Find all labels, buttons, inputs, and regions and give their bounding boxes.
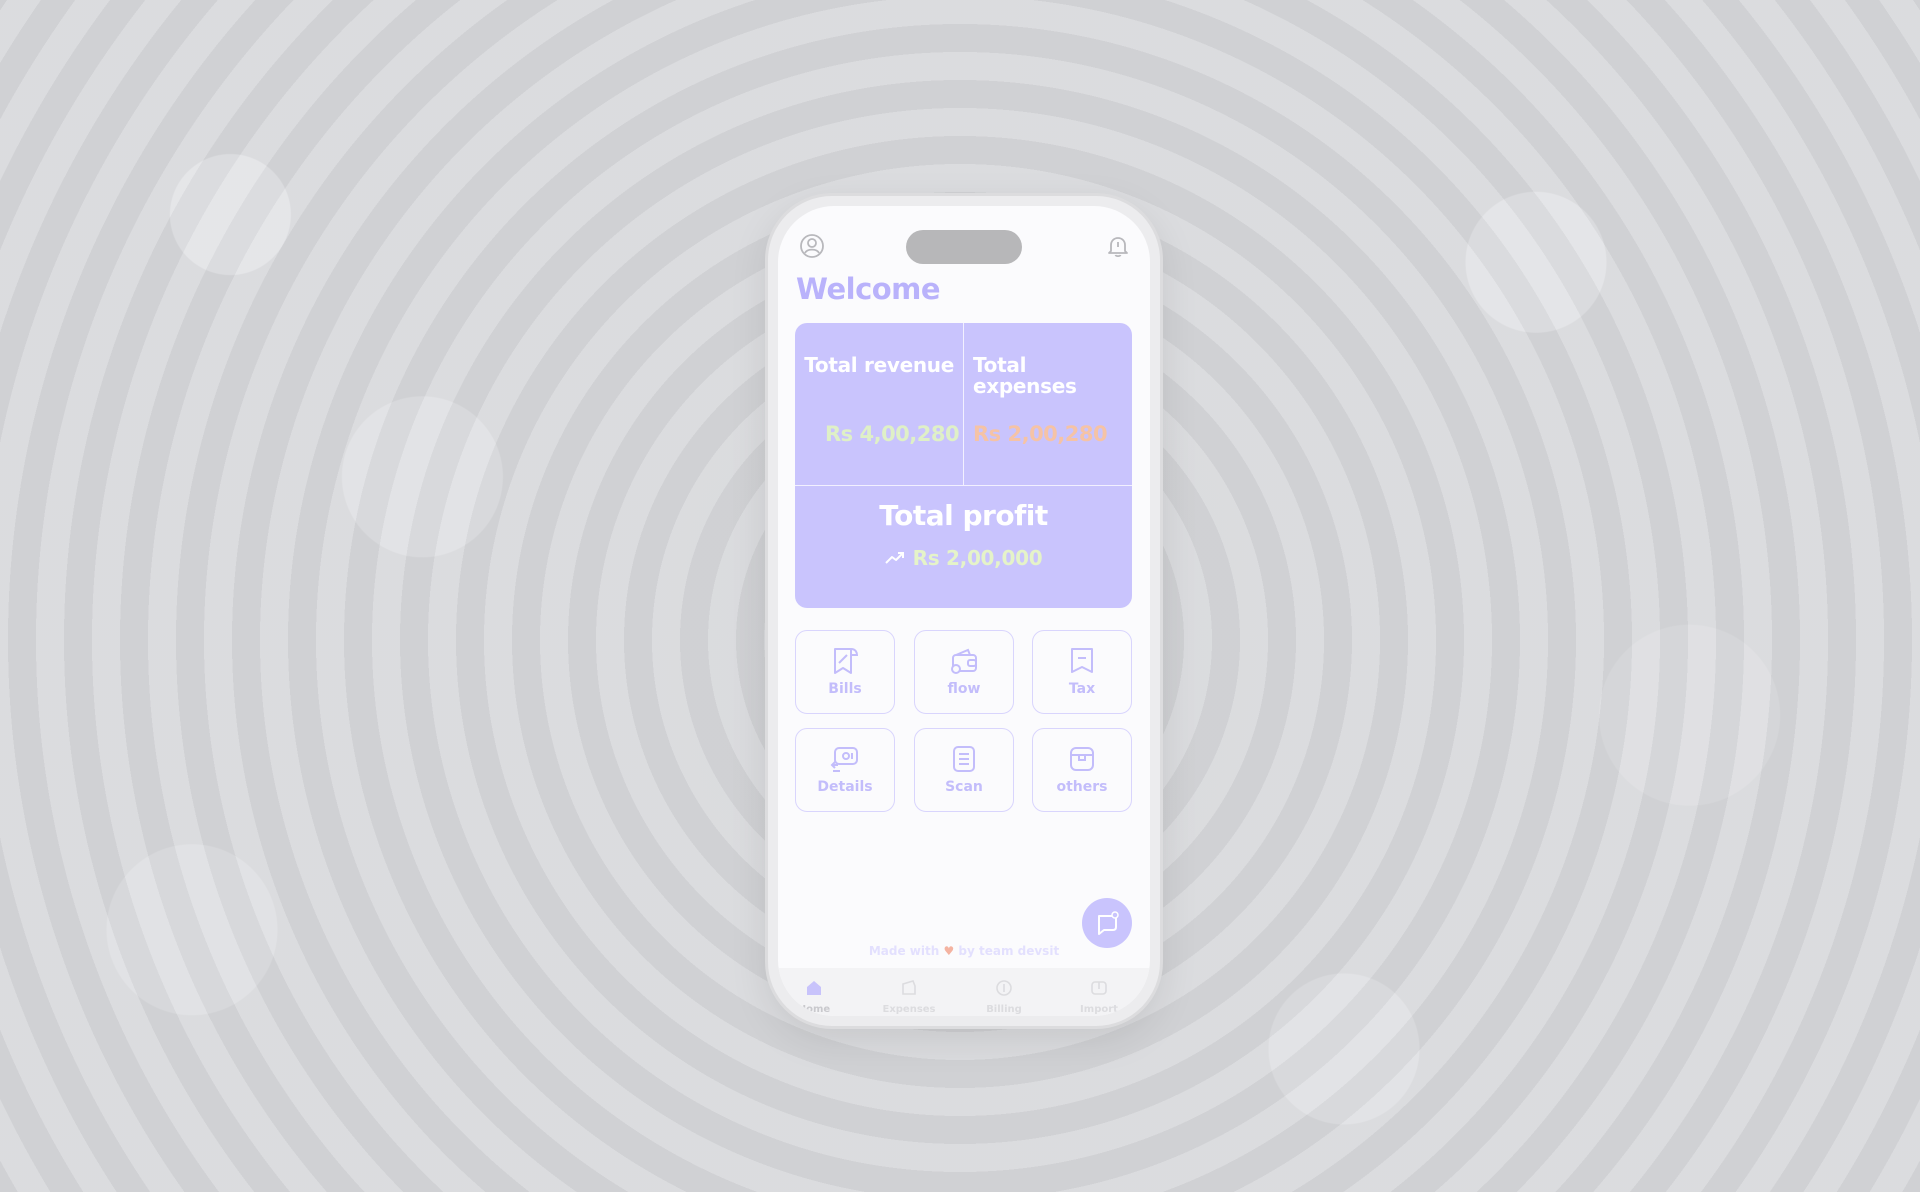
summary-divider-horizontal — [795, 485, 1132, 486]
nav-label: Expenses — [882, 1004, 936, 1015]
heart-icon: ♥ — [943, 944, 955, 958]
trending-up-icon — [884, 552, 904, 564]
summary-card: Total revenue Rs 4,00,280 Total expenses… — [795, 323, 1132, 608]
home-icon — [807, 981, 821, 995]
nav-label: Import — [1080, 1004, 1118, 1015]
expenses-icon — [902, 980, 916, 995]
box-icon — [1070, 747, 1094, 771]
credit-suffix: by team devsit — [958, 944, 1060, 958]
import-icon — [1091, 981, 1107, 995]
billing-icon — [996, 980, 1012, 996]
tax-doc-icon — [1071, 648, 1093, 673]
nav-expenses[interactable]: Expenses — [869, 978, 949, 1015]
revenue-value: Rs 4,00,280 — [825, 422, 960, 446]
tile-label: others — [1056, 779, 1108, 795]
nav-home[interactable]: Home — [778, 978, 854, 1015]
phone-screen: Welcome Total revenue Rs 4,00,280 Total … — [778, 206, 1150, 1016]
profit-label: Total profit — [879, 499, 1048, 532]
tile-scan[interactable]: Scan — [914, 728, 1014, 812]
profile-icon[interactable] — [798, 232, 826, 260]
nav-import[interactable]: Import — [1059, 978, 1139, 1015]
tile-label: Tax — [1068, 681, 1096, 697]
nav-billing[interactable]: Billing — [964, 978, 1044, 1015]
tile-bills[interactable]: Bills — [795, 630, 895, 714]
nav-label: Billing — [986, 1004, 1022, 1015]
tile-details[interactable]: Details — [795, 728, 895, 812]
expenses-value: Rs 2,00,280 — [973, 422, 1108, 446]
tile-flow[interactable]: flow — [914, 630, 1014, 714]
nav-label: Home — [797, 1004, 831, 1015]
bottom-nav: Home Expenses Billing Import — [778, 968, 1150, 1016]
details-icon — [830, 747, 858, 772]
wallet-icon — [951, 648, 977, 674]
bell-icon[interactable] — [1104, 232, 1132, 260]
tile-label: Scan — [945, 779, 983, 795]
scan-doc-icon — [953, 746, 975, 772]
dynamic-island — [906, 230, 1022, 264]
phone-frame: Welcome Total revenue Rs 4,00,280 Total … — [768, 196, 1160, 1026]
receipt-icon — [834, 648, 859, 674]
revenue-label: Total revenue — [804, 353, 954, 377]
chat-fab-button[interactable] — [1082, 898, 1132, 948]
chat-icon — [1098, 911, 1119, 935]
tile-label: flow — [947, 681, 981, 697]
summary-divider-vertical — [963, 323, 964, 485]
tile-tax[interactable]: Tax — [1032, 630, 1132, 714]
credit-prefix: Made with — [868, 944, 940, 958]
footer-credit: Made with ♥ by team devsit — [778, 944, 1150, 958]
tile-others[interactable]: others — [1032, 728, 1132, 812]
expenses-label: Total expenses — [973, 353, 1077, 398]
profit-value: Rs 2,00,000 — [912, 546, 1043, 570]
tile-label: Bills — [828, 681, 862, 697]
tile-label: Details — [817, 779, 873, 795]
profit-row: Rs 2,00,000 — [795, 546, 1132, 570]
page-title: Welcome — [796, 272, 941, 306]
